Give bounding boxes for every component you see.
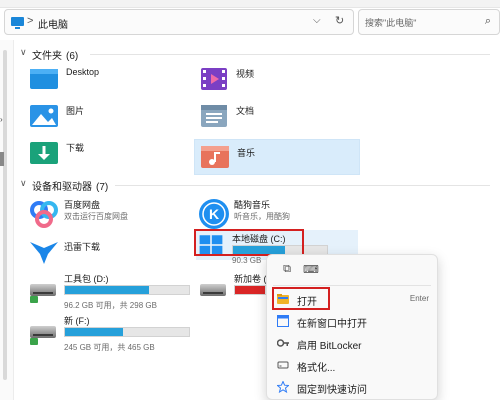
app-subtitle: 双击运行百度网盘 [64,212,128,221]
videos-folder-icon [201,68,227,90]
xunlei-icon [30,242,58,264]
chevron-down-icon[interactable]: ⌵ [313,15,321,26]
drive-usage-fill [65,328,124,336]
drive-stats: 90.3 GB [232,256,262,265]
section-title: 设备和驱动器 [32,182,92,193]
format-icon [277,361,289,369]
menu-item-format[interactable]: 格式化... [267,355,437,375]
folder-label: 图片 [66,106,85,116]
menu-separator [273,285,431,286]
menu-item-label: 在新窗口中打开 [297,319,367,330]
downloads-folder-icon [30,142,58,164]
hard-drive-icon [200,284,226,296]
menu-item-shortcut: Enter [409,294,429,303]
app-name: 迅雷下载 [64,242,101,252]
menu-item-label: 格式化... [297,363,336,374]
context-menu[interactable]: ⧉ ⌨ 打开 Enter 在新窗口中打开 启用 BitLocker 格式化...… [266,254,438,400]
drive-usage-bar [234,285,268,295]
annotation-highlight-drive-c [194,229,304,256]
title-strip [0,0,500,8]
drive-usage-fill [65,286,150,294]
kugou-music-icon: K [199,199,229,229]
menu-item-label: 固定到快速访问 [297,385,367,396]
pin-icon [277,381,289,393]
app-tile-kugou-music[interactable]: K 酷狗音乐 听音乐，用酷狗 [198,198,358,232]
folder-label: 音乐 [237,148,256,158]
folder-label: 下载 [66,143,85,153]
hard-drive-icon [30,326,56,338]
this-pc-icon [11,17,24,29]
drive-usage-bar [64,327,190,337]
refresh-icon[interactable]: ↻ [335,14,344,27]
menu-item-pin-quick-access[interactable]: 固定到快速访问 [267,377,437,397]
new-window-icon [277,315,289,327]
section-count: (6) [66,51,79,62]
app-tile-xunlei[interactable]: 迅雷下载 [28,234,188,268]
baidu-netdisk-icon [30,201,58,228]
drive-usage-bar [64,285,190,295]
rename-icon[interactable]: ⌨ [303,263,319,279]
folder-tile-desktop[interactable]: Desktop [28,63,188,99]
menu-item-label: 启用 BitLocker [297,341,362,352]
menu-item-enable-bitlocker[interactable]: 启用 BitLocker [267,333,437,353]
nav-selection-marker [0,152,4,166]
folder-tile-documents[interactable]: 文档 [198,100,358,136]
section-title: 文件夹 [32,51,62,62]
breadcrumb[interactable]: 此电脑 [38,16,68,31]
drive-name: 新 (F:) [64,316,90,326]
app-name: 百度网盘 [64,200,101,210]
desktop-folder-icon [30,69,58,89]
svg-text:K: K [209,206,219,222]
folder-label: 视频 [236,69,255,79]
hard-drive-icon [30,284,56,296]
drive-tile-f[interactable]: 新 (F:) 245 GB 可用，共 465 GB [28,314,192,352]
music-folder-icon [201,146,229,168]
drive-usage-fill [235,286,265,294]
section-divider [90,54,490,55]
search-input[interactable] [365,15,475,30]
app-subtitle: 听音乐，用酷狗 [234,212,290,221]
nav-scrollbar[interactable] [3,50,7,380]
section-count: (7) [96,182,109,193]
drive-stats: 245 GB 可用，共 465 GB [64,343,155,352]
address-bar[interactable]: > 此电脑 ⌵ ↻ [4,9,354,35]
search-box[interactable]: ⌕ [358,9,500,35]
documents-folder-icon [201,105,227,127]
breadcrumb-separator[interactable]: > [27,15,33,27]
folder-tile-pictures[interactable]: 图片 [28,100,188,136]
chevron-down-icon[interactable]: ∨ [20,47,27,58]
drive-tile-d[interactable]: 工具包 (D:) 96.2 GB 可用，共 298 GB [28,272,192,310]
search-icon[interactable]: ⌕ [485,15,491,28]
menu-item-open-new-window[interactable]: 在新窗口中打开 [267,311,437,331]
copy-icon[interactable]: ⧉ [279,263,295,279]
folder-tile-videos[interactable]: 视频 [198,63,358,99]
annotation-highlight-open [272,287,330,310]
bitlocker-key-icon [277,339,289,347]
chevron-down-icon[interactable]: ∨ [20,178,27,189]
folder-tile-downloads[interactable]: 下载 [28,137,188,173]
drive-badge-icon [30,338,38,345]
drive-tile-e[interactable]: 新加卷 (E:) [198,272,278,310]
folder-label: 文档 [236,106,255,116]
drive-badge-icon [30,296,38,303]
pictures-folder-icon [30,105,58,127]
app-name: 酷狗音乐 [234,200,271,210]
folder-label: Desktop [66,67,100,77]
app-tile-baidu-netdisk[interactable]: 百度网盘 双击运行百度网盘 [28,198,188,232]
folder-tile-music[interactable]: 音乐 [194,139,360,175]
drive-name: 工具包 (D:) [64,274,109,284]
drive-stats: 96.2 GB 可用，共 298 GB [64,301,157,310]
section-divider [115,185,490,186]
nav-expand-icon[interactable]: › [0,115,3,124]
